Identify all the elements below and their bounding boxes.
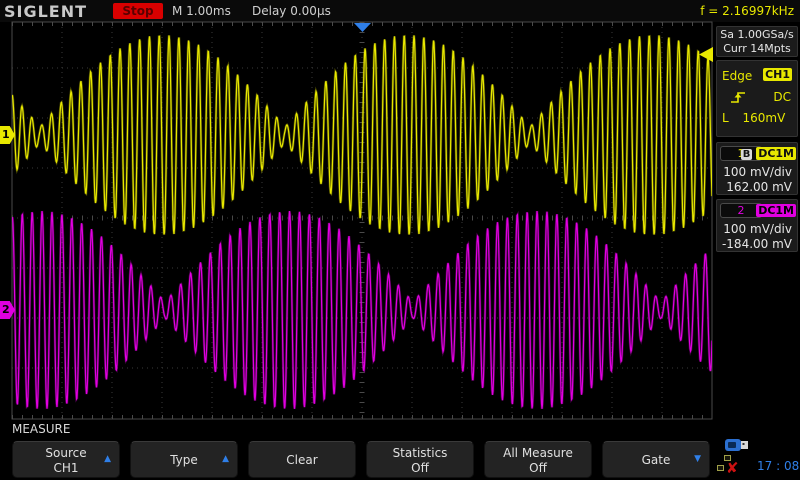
arrow-down-icon: ▼ [694,454,701,464]
usb-device-icon [724,438,750,452]
softkey-gate[interactable]: Gate ▼ [602,441,710,478]
channel2-scale: 100 mV/div [723,222,792,236]
sample-rate: Sa 1.00GSa/s [717,28,797,42]
channel1-info-box[interactable]: 1 B DC1M 100 mV/div 162.00 mV [716,142,798,195]
softkey-source[interactable]: Source CH1 ▲ [12,441,120,478]
trigger-coupling: DC [773,90,791,104]
bandwidth-limit-badge: B [741,149,753,160]
channel1-offset: 162.00 mV [726,180,792,194]
memory-depth: Curr 14Mpts [717,42,797,56]
ch1-trace-glow [12,35,712,234]
channel1-coupling-badge: DC1M [756,147,796,160]
ch2-trace-glow [12,211,712,409]
trigger-type: Edge [722,69,752,83]
clock: 17 : 08 [757,459,799,473]
lan-disconnected-icon: ✘ [717,455,743,477]
softkey-type[interactable]: Type ▲ [130,441,238,478]
menu-title: MEASURE [12,422,70,436]
oscilloscope-screen: SIGLENT Stop M 1.00ms Delay 0.00µs f = 2… [0,0,800,480]
channel2-coupling-badge: DC1M [756,204,796,217]
arrow-up-icon: ▲ [222,454,229,464]
channel2-info-box[interactable]: 2 DC1M 100 mV/div -184.00 mV [716,199,798,252]
trigger-source-badge: CH1 [763,68,792,81]
channel2-offset: -184.00 mV [722,237,792,251]
trigger-info-box: Edge CH1 DC L 160mV [716,60,798,137]
waveform-display [0,0,800,480]
softkey-all-measure[interactable]: All Measure Off [484,441,592,478]
softkey-clear[interactable]: Clear [248,441,356,478]
softkey-statistics[interactable]: Statistics Off [366,441,474,478]
acquisition-info-box: Sa 1.00GSa/s Curr 14Mpts [716,26,798,57]
channel1-scale: 100 mV/div [723,165,792,179]
rising-edge-icon [729,89,751,105]
arrow-up-icon: ▲ [104,454,111,464]
trigger-level-readout: L 160mV [722,111,785,125]
